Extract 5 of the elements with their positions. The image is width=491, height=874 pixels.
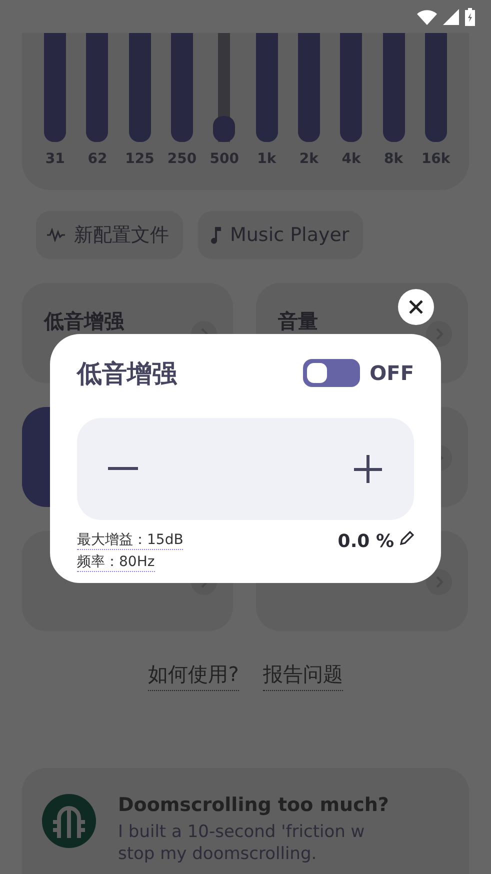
promo-title: Doomscrolling too much?	[118, 794, 389, 816]
card-title: 低音增强	[44, 308, 124, 335]
toggle-label: OFF	[370, 361, 414, 385]
gain-value: 0.0 %	[338, 531, 394, 552]
card-title: 音量	[278, 308, 318, 335]
